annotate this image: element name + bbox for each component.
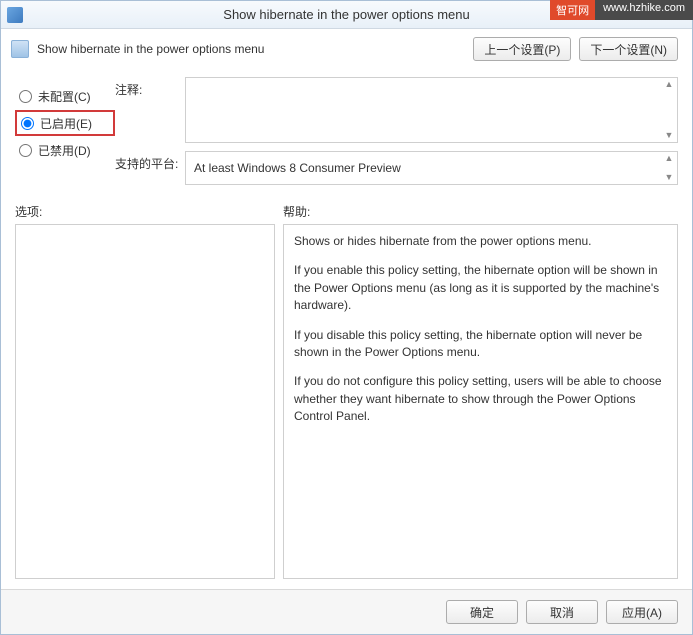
dialog-window: Show hibernate in the power options menu… (0, 0, 693, 635)
bottom-button-bar: 确定 取消 应用(A) (1, 589, 692, 634)
help-paragraph: Shows or hides hibernate from the power … (294, 233, 667, 250)
radio-enabled-label: 已启用(E) (40, 115, 92, 132)
comment-label: 注释: (115, 77, 185, 98)
radio-enabled-input[interactable] (21, 117, 34, 130)
radio-disabled-label: 已禁用(D) (38, 142, 91, 159)
help-panel: Shows or hides hibernate from the power … (283, 224, 678, 579)
policy-title: Show hibernate in the power options menu (37, 42, 473, 56)
comment-textarea[interactable]: ▲ ▼ (185, 77, 678, 143)
radio-not-configured[interactable]: 未配置(C) (15, 83, 115, 109)
watermark-badge: 智可网 www.hzhike.com (550, 0, 693, 20)
top-section: 未配置(C) 已启用(E) 已禁用(D) 注释: ▲ ▼ (15, 71, 678, 185)
prev-setting-button[interactable]: 上一个设置(P) (473, 37, 571, 61)
radio-not-configured-input[interactable] (19, 90, 32, 103)
radio-group: 未配置(C) 已启用(E) 已禁用(D) (15, 77, 115, 185)
next-setting-button[interactable]: 下一个设置(N) (579, 37, 678, 61)
window-icon (7, 7, 23, 23)
help-paragraph: If you enable this policy setting, the h… (294, 262, 667, 314)
scroll-up-icon[interactable]: ▲ (663, 154, 675, 163)
mid-labels: 选项: 帮助: (15, 203, 678, 220)
radio-disabled-input[interactable] (19, 144, 32, 157)
radio-disabled[interactable]: 已禁用(D) (15, 137, 115, 163)
help-paragraph: If you disable this policy setting, the … (294, 327, 667, 362)
radio-not-configured-label: 未配置(C) (38, 88, 91, 105)
platform-value: At least Windows 8 Consumer Preview (194, 161, 401, 175)
comment-scrollbar[interactable]: ▲ ▼ (663, 80, 675, 140)
options-panel (15, 224, 275, 579)
ok-button[interactable]: 确定 (446, 600, 518, 624)
scroll-up-icon[interactable]: ▲ (663, 80, 675, 89)
options-label: 选项: (15, 203, 283, 220)
platform-label: 支持的平台: (115, 151, 185, 172)
cancel-button[interactable]: 取消 (526, 600, 598, 624)
help-paragraph: If you do not configure this policy sett… (294, 373, 667, 425)
header-row: Show hibernate in the power options menu… (1, 29, 692, 65)
radio-enabled[interactable]: 已启用(E) (15, 110, 115, 136)
scroll-down-icon[interactable]: ▼ (663, 173, 675, 182)
watermark-brand: 智可网 (550, 0, 595, 20)
help-label: 帮助: (283, 203, 678, 220)
body-area: 未配置(C) 已启用(E) 已禁用(D) 注释: ▲ ▼ (1, 65, 692, 589)
window-title: Show hibernate in the power options menu (223, 7, 469, 22)
watermark-url: www.hzhike.com (595, 0, 693, 20)
platform-scrollbar[interactable]: ▲ ▼ (663, 154, 675, 182)
apply-button[interactable]: 应用(A) (606, 600, 678, 624)
policy-icon (11, 40, 29, 58)
scroll-down-icon[interactable]: ▼ (663, 131, 675, 140)
platform-field: At least Windows 8 Consumer Preview ▲ ▼ (185, 151, 678, 185)
panels-row: Shows or hides hibernate from the power … (15, 224, 678, 579)
fields-column: 注释: ▲ ▼ 支持的平台: At least Windows 8 Consum… (115, 77, 678, 185)
